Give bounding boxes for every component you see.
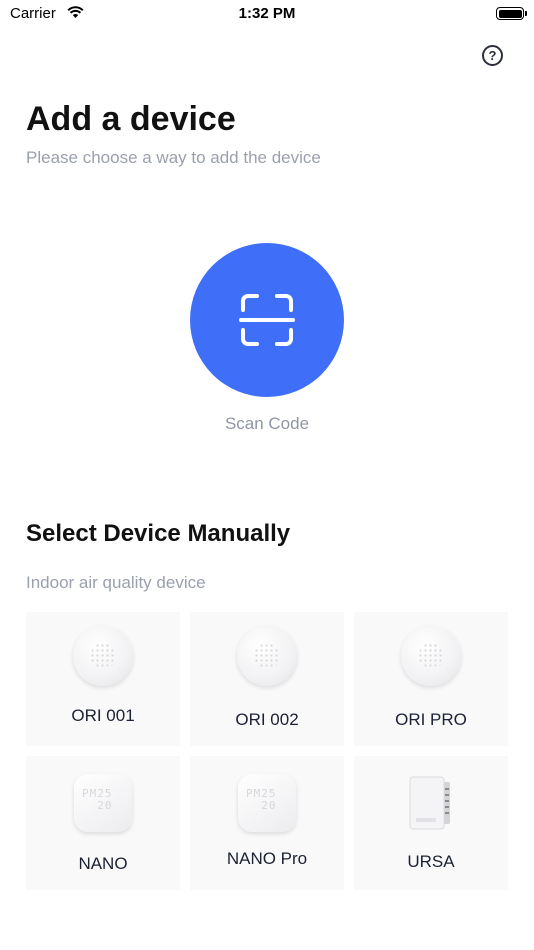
square-sensor-icon: PM25 20 xyxy=(74,774,132,832)
device-name: ORI 001 xyxy=(71,706,135,725)
device-card-ori-pro[interactable]: ORI PRO xyxy=(354,612,508,746)
page-subtitle: Please choose a way to add the device xyxy=(26,148,321,167)
category-label: Indoor air quality device xyxy=(26,573,206,592)
device-name: URSA xyxy=(407,852,455,871)
scan-code-label: Scan Code xyxy=(224,414,310,433)
device-name: NANO Pro xyxy=(226,849,308,868)
battery-icon xyxy=(496,7,527,20)
round-sensor-icon xyxy=(401,626,461,686)
round-sensor-icon xyxy=(237,626,297,686)
clock: 1:32 PM xyxy=(238,5,296,22)
device-card-ori-002[interactable]: ORI 002 xyxy=(190,612,344,746)
device-card-nano[interactable]: PM25 20 NANO xyxy=(26,756,180,890)
scan-frame-icon xyxy=(239,294,295,346)
device-card-ori-001[interactable]: ORI 001 xyxy=(26,612,180,746)
question-circle-icon: ? xyxy=(488,48,497,63)
scan-code-button[interactable] xyxy=(190,243,344,397)
box-sensor-icon xyxy=(409,776,450,830)
device-card-ursa[interactable]: URSA xyxy=(354,756,508,890)
round-sensor-icon xyxy=(73,626,133,686)
page-title: Add a device xyxy=(26,100,236,138)
square-sensor-icon: PM25 20 xyxy=(238,774,296,832)
device-name: ORI PRO xyxy=(395,710,467,729)
device-card-nano-pro[interactable]: PM25 20 NANO Pro xyxy=(190,756,344,890)
help-button[interactable]: ? xyxy=(482,45,503,66)
section-title-manual: Select Device Manually xyxy=(26,520,291,547)
device-name: ORI 002 xyxy=(235,710,299,729)
status-bar: Carrier 1:32 PM xyxy=(0,0,534,30)
device-name: NANO xyxy=(78,854,128,873)
